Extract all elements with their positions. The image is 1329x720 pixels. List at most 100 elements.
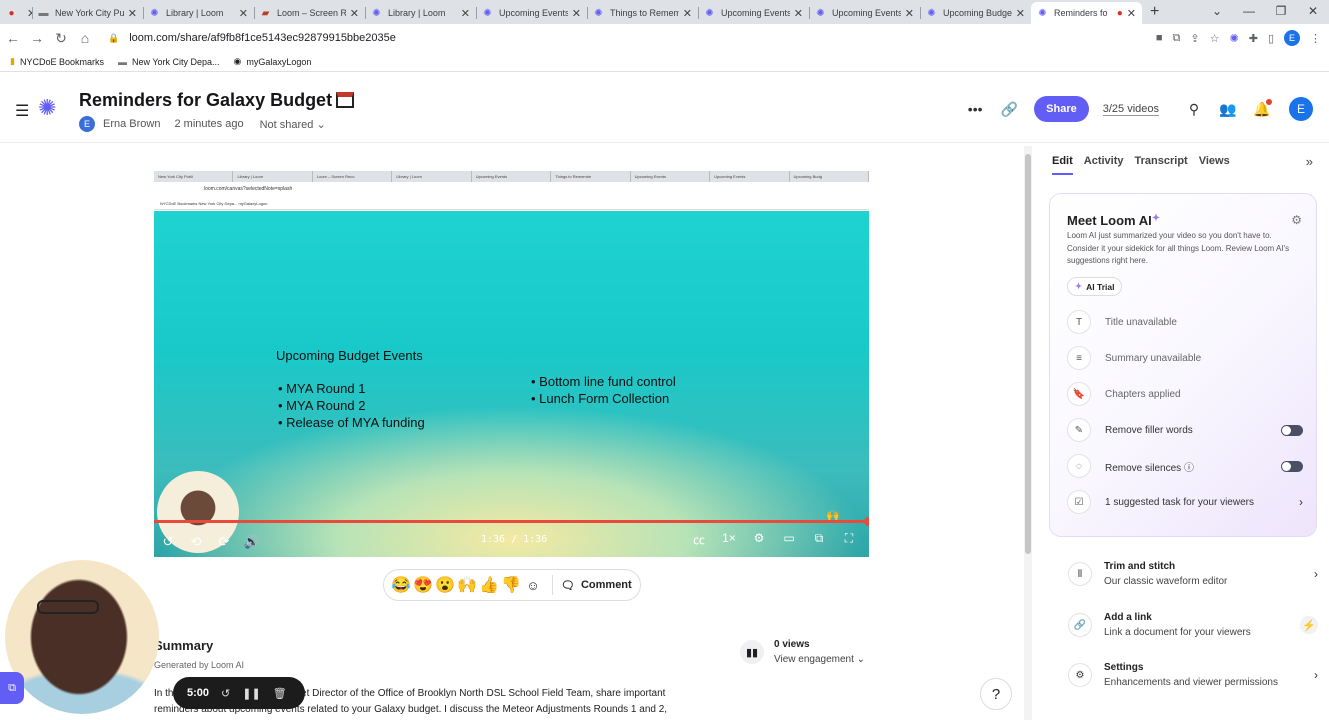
heart-eyes-emoji-button[interactable]: 😍 [412,575,434,595]
close-tab-icon[interactable]: ✕ [905,7,914,20]
url-field[interactable]: 🔒 loom.com/share/af9fb8f1ce5143ec9287991… [108,32,396,44]
pause-icon[interactable]: ❚❚ [242,687,260,700]
tab-transcript[interactable]: Transcript [1135,155,1188,175]
fullscreen-icon[interactable]: ⛶ [835,531,863,548]
video-player[interactable]: New York City Publi Library | Loom Loom … [154,171,869,557]
add-link-row[interactable]: 🔗 Add a link Link a document for your vi… [1068,609,1318,641]
thumbs-up-emoji-button[interactable]: 👍 [478,575,500,595]
tab-activity[interactable]: Activity [1084,155,1124,175]
user-avatar[interactable]: E [1289,97,1313,121]
tab-edit[interactable]: Edit [1052,155,1073,175]
more-options-icon[interactable]: ••• [958,101,992,117]
view-engagement-link[interactable]: View engagement ⌄ [774,654,865,665]
close-window-icon[interactable]: ✕ [1297,0,1329,24]
forward-5-icon[interactable]: ⟳ [210,534,238,550]
sidebar-icon[interactable]: ▯ [1268,32,1274,45]
scrollbar-thumb[interactable] [1025,154,1031,554]
open-in-app-icon[interactable]: ⧉ [1173,32,1181,45]
minimize-icon[interactable]: — [1233,0,1265,24]
bookmark-item[interactable]: ▮ NYCDoE Bookmarks [10,56,104,67]
trash-icon[interactable]: 🗑 [273,687,287,700]
close-tab-icon[interactable]: ✕ [128,7,137,20]
rewind-5-icon[interactable]: ⟲ [182,534,210,550]
ai-row-chapters[interactable]: 🔖 Chapters applied [1067,382,1303,406]
picture-in-picture-icon[interactable]: ⧉ [805,531,833,548]
lock-icon[interactable]: 🔒 [108,33,119,44]
close-tab-icon[interactable]: ✕ [350,7,359,20]
maximize-icon[interactable]: ❐ [1265,0,1297,24]
webcam-bubble[interactable] [5,560,159,714]
recorder-side-tab[interactable]: ⧉ [0,672,24,704]
collapse-panel-icon[interactable]: » [1306,154,1313,169]
close-tab-icon[interactable]: ✕ [1127,7,1136,20]
bookmark-item[interactable]: ◉ myGalaxyLogon [234,56,312,67]
sharing-dropdown[interactable]: Not shared ⌄ [260,118,326,131]
loom-logo-icon[interactable]: ✺ [38,97,56,119]
close-tab-icon[interactable]: ✕ [461,7,470,20]
filler-words-toggle[interactable] [1281,424,1303,436]
browser-tab[interactable]: ✺ Things to Remem ✕ [587,2,698,24]
search-icon[interactable]: ⚲ [1177,101,1211,118]
laugh-emoji-button[interactable]: 😂 [390,575,412,595]
browser-tab[interactable]: ▰ Loom – Screen Re ✕ [254,2,365,24]
browser-tab[interactable]: ▬ New York City Pu ✕ [32,2,143,24]
people-icon[interactable]: 👥 [1211,101,1245,118]
main-scrollbar[interactable] [1024,146,1032,720]
camera-icon[interactable]: ■ [1156,32,1163,44]
video-progress-bar[interactable] [154,517,869,526]
bookmark-star-icon[interactable]: ☆ [1210,32,1220,45]
tab-views[interactable]: Views [1199,155,1230,175]
progress-handle[interactable] [864,517,869,526]
browser-tab[interactable]: ✺ Upcoming Budge ✕ [920,2,1031,24]
add-reaction-icon[interactable]: ☺ [522,578,544,593]
theater-mode-icon[interactable]: ▭ [775,531,803,548]
close-tab-icon[interactable]: ✕ [1016,7,1025,20]
captions-icon[interactable]: ㏄ [685,531,713,548]
settings-gear-icon[interactable]: ⚙ [745,531,773,548]
copy-link-icon[interactable]: 🔗 [992,101,1026,118]
surprised-emoji-button[interactable]: 😮 [434,575,456,595]
video-title[interactable]: Reminders for Galaxy Budget [79,90,355,111]
browser-tab-active[interactable]: ✺ Reminders fo ● ✕ [1031,2,1142,24]
extensions-icon[interactable]: ✚ [1249,32,1258,45]
thumbs-down-emoji-button[interactable]: 👎 [500,575,522,595]
share-page-icon[interactable]: ⇪ [1190,32,1199,45]
menu-icon[interactable]: ⋮ [1310,32,1321,45]
browser-tab[interactable]: ✺ Upcoming Events ✕ [476,2,587,24]
browser-tab[interactable]: ✺ Upcoming Events ✕ [698,2,809,24]
reload-icon[interactable]: ↻ [50,30,72,47]
menu-hamburger-icon[interactable]: ☰ [15,101,29,121]
ai-row-tasks[interactable]: ☑ 1 suggested task for your viewers › [1067,490,1303,514]
close-tab-icon[interactable]: ✕ [794,7,803,20]
replay-icon[interactable]: ↺ [154,534,182,550]
share-button[interactable]: Share [1034,96,1089,122]
close-tab-icon[interactable]: ✕ [683,7,692,20]
restart-icon[interactable]: ↺ [221,687,230,700]
browser-tab[interactable]: ✺ Upcoming Events ✕ [809,2,920,24]
browser-tab[interactable]: ● ✕ [0,2,32,24]
loom-extension-icon[interactable]: ✺ [1230,32,1239,45]
help-button[interactable]: ? [980,678,1012,710]
forward-icon[interactable]: → [26,30,48,46]
tab-search-icon[interactable]: ⌄ [1201,0,1233,24]
settings-gear-icon[interactable]: ⚙ [1291,213,1302,227]
notifications-bell-icon[interactable]: 🔔 [1245,98,1279,118]
home-icon[interactable]: ⌂ [74,30,96,46]
speed-icon[interactable]: 1× [715,531,743,548]
browser-tab[interactable]: ✺ Library | Loom ✕ [143,2,254,24]
info-icon[interactable]: ⓘ [1184,463,1194,474]
close-tab-icon[interactable]: ✕ [239,7,248,20]
bookmark-item[interactable]: ▬ New York City Depa... [118,57,220,67]
author-name[interactable]: Erna Brown [103,118,160,130]
comment-button[interactable]: 🗨 Comment [561,579,632,592]
silences-toggle[interactable] [1281,460,1303,472]
raised-hands-emoji-button[interactable]: 🙌 [456,575,478,595]
trim-and-stitch-row[interactable]: ⫴ Trim and stitch Our classic waveform e… [1068,558,1318,590]
settings-row[interactable]: ⚙ Settings Enhancements and viewer permi… [1068,659,1318,691]
video-count[interactable]: 3/25 videos [1102,103,1159,116]
browser-tab[interactable]: ✺ Library | Loom ✕ [365,2,476,24]
ai-trial-badge[interactable]: ✦ AI Trial [1067,277,1123,296]
new-tab-button[interactable]: + [1150,2,1159,24]
profile-avatar[interactable]: E [1284,30,1300,46]
volume-icon[interactable]: 🔊 [238,534,266,550]
